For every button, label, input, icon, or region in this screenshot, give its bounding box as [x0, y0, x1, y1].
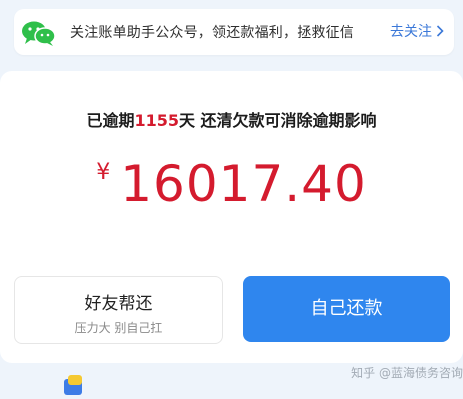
repayment-card: 已逾期1155天 还清欠款可消除逾期影响 ¥16017.40 好友帮还 压力大 …	[0, 71, 463, 363]
overdue-prefix: 已逾期	[86, 111, 135, 130]
follow-link[interactable]: 去关注	[390, 21, 444, 41]
self-repay-button[interactable]: 自己还款	[243, 276, 450, 342]
friend-repay-button[interactable]: 好友帮还 压力大 别自己扛	[14, 276, 223, 344]
notice-bar[interactable]: 关注账单助手公众号，领还款福利，拯救征信 去关注	[14, 9, 454, 55]
notice-text: 关注账单助手公众号，领还款福利，拯救征信	[70, 25, 354, 41]
friend-repay-subtitle: 压力大 别自己扛	[74, 321, 163, 335]
gift-illustration-icon	[60, 373, 88, 395]
wechat-icon	[18, 20, 60, 46]
overdue-days: 1155	[134, 111, 179, 130]
debt-amount: ¥16017.40	[0, 155, 463, 213]
currency-symbol: ¥	[96, 160, 111, 185]
chevron-right-icon	[436, 25, 444, 37]
overdue-suffix: 天 还清欠款可消除逾期影响	[178, 111, 377, 130]
watermark: 知乎 @蓝海债务咨询	[351, 366, 463, 380]
overdue-status: 已逾期1155天 还清欠款可消除逾期影响	[0, 107, 463, 131]
follow-label: 去关注	[390, 24, 432, 40]
friend-repay-label: 好友帮还	[84, 294, 153, 314]
amount-value: 16017.40	[120, 155, 367, 213]
